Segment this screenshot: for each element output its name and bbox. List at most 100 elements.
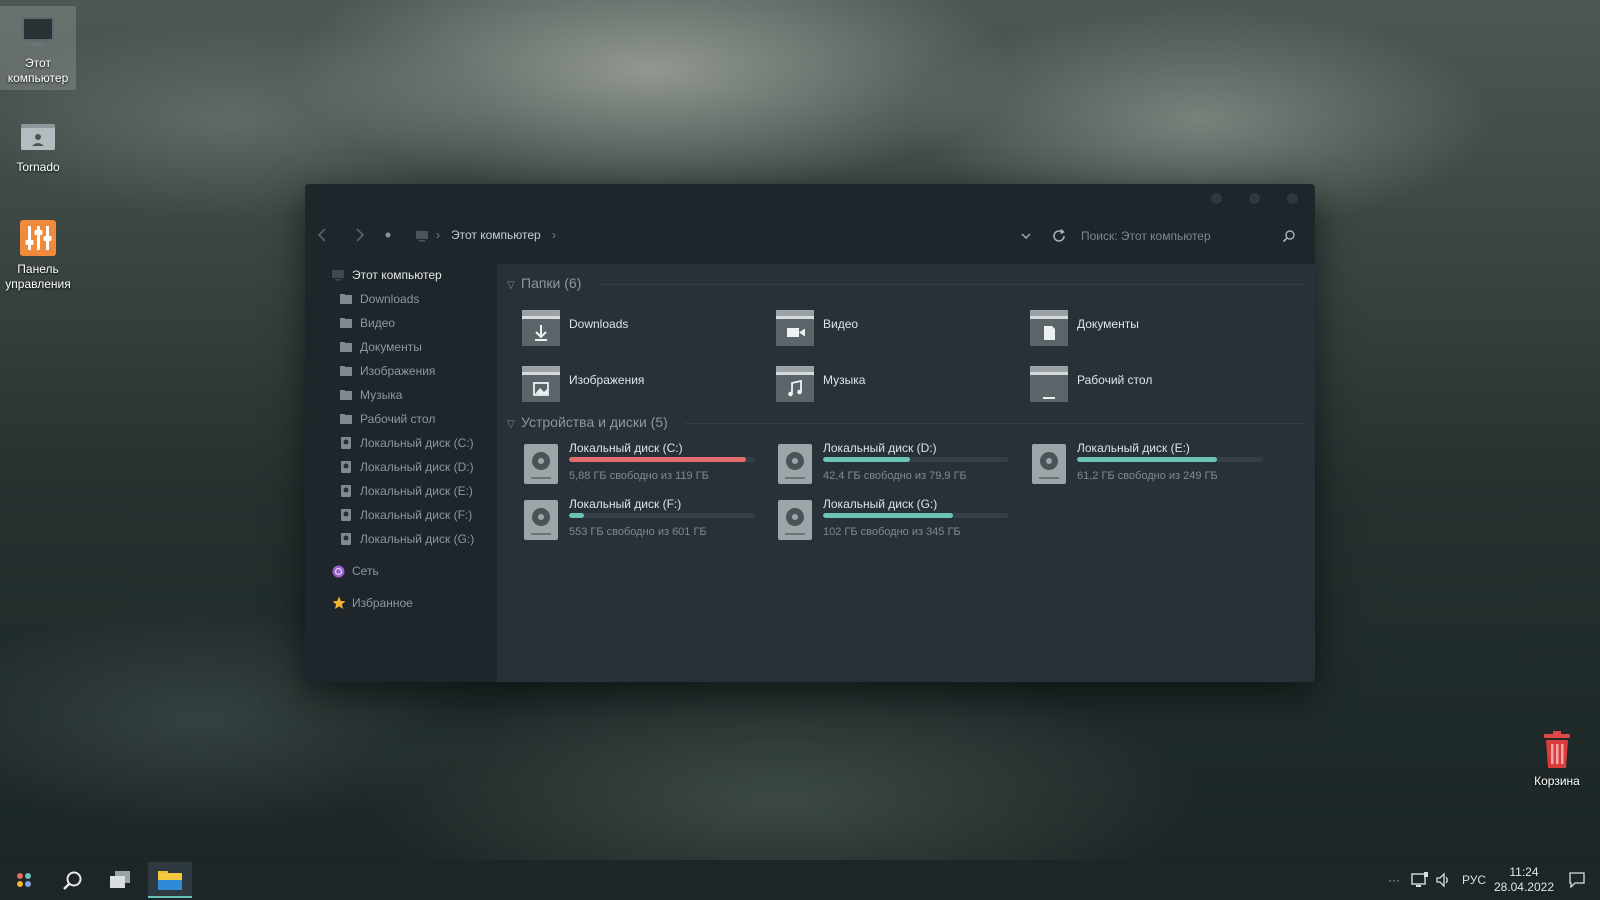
tray-overflow-icon[interactable]: ···: [1388, 860, 1400, 900]
folder-icon: [340, 294, 352, 304]
group-divider: [685, 423, 1305, 424]
folder-tile-desktop[interactable]: Рабочий стол: [1029, 364, 1269, 412]
folder-icon: [340, 318, 352, 328]
control-panel-icon: [20, 220, 56, 256]
chevron-down-icon[interactable]: [1020, 230, 1032, 242]
chevron-right-icon: [356, 228, 365, 242]
chevron-down-icon: ▽: [507, 419, 515, 430]
desktop-icon-this-pc[interactable]: Этот компьютер: [0, 6, 76, 90]
folder-tile-downloads[interactable]: Downloads: [521, 308, 761, 356]
desktop-icon-tornado[interactable]: Tornado: [0, 110, 76, 179]
minimize-button[interactable]: [1211, 193, 1222, 204]
back-button[interactable]: [313, 224, 333, 246]
folder-name: Музыка: [823, 373, 866, 387]
hard-drive-icon: [341, 533, 351, 545]
volume-icon[interactable]: [1435, 872, 1451, 888]
drive-tile-d[interactable]: Локальный диск (D:) 42,4 ГБ свободно из …: [777, 441, 1022, 491]
chevron-left-icon: [317, 228, 326, 242]
drive-usage-bar: [569, 513, 755, 518]
drive-free-space: 553 ГБ свободно из 601 ГБ: [569, 526, 707, 538]
folder-tile-video[interactable]: Видео: [775, 308, 1015, 356]
folders-group-header[interactable]: ▽ Папки (6): [507, 275, 581, 291]
drive-tile-c[interactable]: Локальный диск (C:) 5,88 ГБ свободно из …: [523, 441, 768, 491]
hard-drive-icon: [341, 509, 351, 521]
drive-usage-fill: [823, 513, 954, 518]
file-explorer-window: › Этот компьютер › Поиск: Этот компьютер…: [305, 184, 1315, 682]
start-dots-icon: [17, 873, 31, 887]
hard-drive-icon: [341, 437, 351, 449]
dot-icon: [385, 232, 391, 238]
address-toolbar: › Этот компьютер › Поиск: Этот компьютер: [305, 216, 1315, 256]
breadcrumb-this-pc[interactable]: Этот компьютер: [451, 228, 541, 242]
drive-usage-fill: [823, 457, 911, 462]
drive-usage-bar: [823, 457, 1009, 462]
start-button[interactable]: [2, 862, 46, 898]
drive-usage-fill: [569, 457, 746, 462]
taskbar: ··· РУС 11:24 28.04.2022: [0, 860, 1600, 900]
desktop-icon-control-panel[interactable]: Панель управления: [0, 212, 76, 296]
drive-free-space: 102 ГБ свободно из 345 ГБ: [823, 526, 961, 538]
search-input[interactable]: Поиск: Этот компьютер: [1071, 222, 1301, 250]
notifications-icon[interactable]: [1569, 872, 1585, 888]
folder-name: Изображения: [569, 373, 645, 387]
hard-drive-icon: [778, 500, 812, 540]
folder-icon: [340, 390, 352, 400]
language-indicator[interactable]: РУС: [1462, 860, 1486, 900]
folder-tile-documents[interactable]: Документы: [1029, 308, 1269, 356]
trash-icon: [1544, 731, 1570, 768]
task-view-icon: [110, 871, 130, 888]
taskbar-file-explorer[interactable]: [148, 862, 192, 898]
task-view-button[interactable]: [98, 862, 142, 898]
clock-time: 11:24: [1509, 865, 1539, 879]
desktop-icon-recycle-bin[interactable]: Корзина: [1519, 724, 1595, 793]
network-monitor-icon[interactable]: [1411, 872, 1429, 888]
drive-tile-e[interactable]: Локальный диск (E:) 61,2 ГБ свободно из …: [1031, 441, 1276, 491]
search-button[interactable]: [50, 862, 94, 898]
document-folder-icon: [1030, 310, 1068, 346]
video-folder-icon: [776, 310, 814, 346]
search-icon[interactable]: [1282, 229, 1296, 243]
folder-name: Рабочий стол: [1077, 373, 1153, 387]
hard-drive-icon: [341, 461, 351, 473]
drive-free-space: 5,88 ГБ свободно из 119 ГБ: [569, 470, 709, 482]
desktop-icon-label: Панель управления: [5, 262, 71, 291]
clock[interactable]: 11:24 28.04.2022: [1494, 865, 1554, 895]
close-button[interactable]: [1287, 193, 1298, 204]
content-pane: ▽ Папки (6) Downloads Видео Документы Из…: [497, 264, 1315, 682]
folder-tile-music[interactable]: Музыка: [775, 364, 1015, 412]
drive-name: Локальный диск (E:): [1077, 441, 1190, 455]
drive-name: Локальный диск (C:): [569, 441, 683, 455]
drives-group-header[interactable]: ▽ Устройства и диски (5): [507, 414, 668, 430]
music-folder-icon: [776, 366, 814, 402]
user-folder-icon: [21, 124, 55, 150]
folder-icon: [340, 366, 352, 376]
folder-icon: [340, 414, 352, 424]
drive-tile-f[interactable]: Локальный диск (F:) 553 ГБ свободно из 6…: [523, 497, 768, 547]
drive-usage-bar: [823, 513, 1009, 518]
breadcrumb-separator: ›: [552, 228, 556, 242]
monitor-icon: [22, 17, 54, 46]
hard-drive-icon: [524, 444, 558, 484]
hard-drive-icon: [341, 485, 351, 497]
folder-tile-pictures[interactable]: Изображения: [521, 364, 761, 412]
folder-icon: [340, 342, 352, 352]
hard-drive-icon: [778, 444, 812, 484]
up-button[interactable]: [378, 224, 398, 246]
hard-drive-icon: [524, 500, 558, 540]
desktop-icon-label: Корзина: [1534, 774, 1580, 788]
folder-name: Документы: [1077, 317, 1139, 331]
refresh-icon[interactable]: [1051, 228, 1067, 244]
desktop-folder-icon: [1030, 366, 1068, 402]
maximize-button[interactable]: [1249, 193, 1260, 204]
drive-usage-bar: [569, 457, 755, 462]
drive-usage-fill: [1077, 457, 1217, 462]
computer-icon: [332, 270, 344, 281]
search-icon: [63, 871, 82, 890]
star-icon: [332, 596, 346, 609]
hard-drive-icon: [1032, 444, 1066, 484]
drive-free-space: 61,2 ГБ свободно из 249 ГБ: [1077, 470, 1218, 482]
forward-button[interactable]: [349, 224, 369, 246]
drive-tile-g[interactable]: Локальный диск (G:) 102 ГБ свободно из 3…: [777, 497, 1022, 547]
title-bar[interactable]: [305, 184, 1315, 212]
drive-usage-fill: [569, 513, 584, 518]
